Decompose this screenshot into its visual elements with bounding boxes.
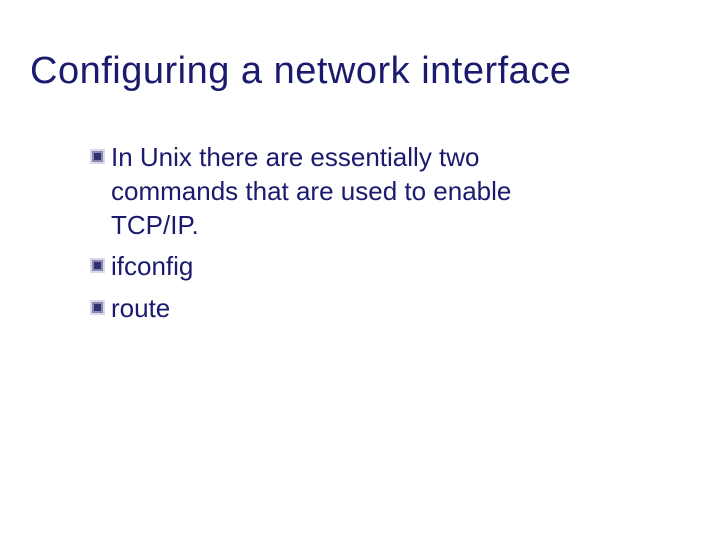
bullet-icon [90, 149, 105, 164]
bullet-icon [90, 258, 105, 273]
slide-title: Configuring a network interface [30, 50, 690, 93]
bullet-text: route [111, 292, 170, 326]
slide-container: Configuring a network interface In Unix … [0, 0, 720, 540]
list-item: route [90, 292, 690, 326]
list-item: In Unix there are essentially two comman… [90, 141, 690, 242]
bullet-icon [90, 300, 105, 315]
bullet-text: ifconfig [111, 250, 193, 284]
bullet-text: In Unix there are essentially two comman… [111, 141, 591, 242]
list-item: ifconfig [90, 250, 690, 284]
slide-content: In Unix there are essentially two comman… [30, 141, 690, 326]
